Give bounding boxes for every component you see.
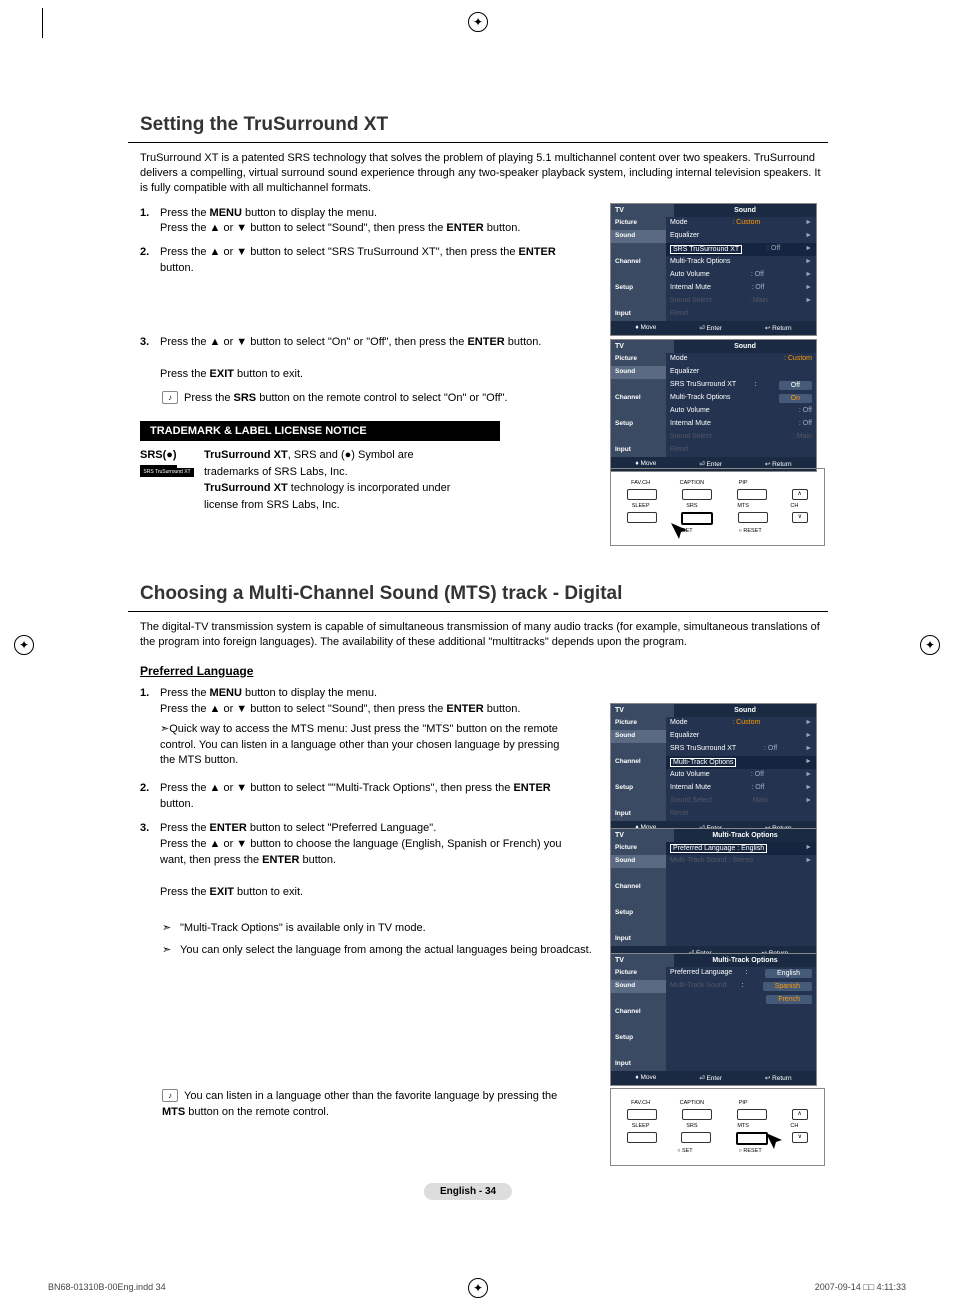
osd-option-spanish: Spanish <box>763 982 812 991</box>
footer-filename: BN68-01310B-00Eng.indd 34 <box>48 1282 166 1292</box>
osd-option-off: Off <box>779 381 812 390</box>
registration-mark <box>468 1278 488 1298</box>
section-title: Choosing a Multi-Channel Sound (MTS) tra… <box>140 583 828 605</box>
step-2: 2.Press the ▲ or ▼ button to select ""Mu… <box>140 781 580 813</box>
rule <box>128 142 828 143</box>
note-arrow-icon: ➣ <box>162 921 176 937</box>
step-3: 3.Press the ▲ or ▼ button to select "On"… <box>140 335 580 383</box>
registration-mark <box>14 635 34 655</box>
remote-note: ♪You can listen in a language other than… <box>162 1089 582 1121</box>
remote-icon: ♪ <box>162 391 178 404</box>
note: ➣"Multi-Track Options" is available only… <box>162 921 562 937</box>
osd-option-french: French <box>766 995 812 1004</box>
osd-side-input: Input <box>611 308 666 321</box>
remote-diagram: FAV.CHCAPTIONPIP ∧ SLEEPSRSMTSCH ∨ ○ SET… <box>610 1088 825 1166</box>
osd-side-setup: Setup <box>611 282 666 295</box>
rule <box>128 611 828 612</box>
remote-diagram: FAV.CHCAPTIONPIP ∧ SLEEPSRSMTSCH ∨ ○ SET… <box>610 468 825 546</box>
srs-symbol-icon: (●) <box>341 449 355 461</box>
osd-option-on: On <box>779 394 812 403</box>
remote-note: ♪Press the SRS button on the remote cont… <box>162 391 562 407</box>
osd-mto-language: TVMulti-Track Options PicturePreferred L… <box>610 953 817 1086</box>
osd-sound-menu-mto: TVSound PictureMode: Custom► SoundEquali… <box>610 703 817 836</box>
section-title: Setting the TruSurround XT <box>140 114 828 136</box>
osd-sound-menu-srs: TVSound PictureMode: Custom SoundEqualiz… <box>610 339 817 472</box>
step-2: 2.Press the ▲ or ▼ button to select "SRS… <box>140 245 580 277</box>
intro-text: TruSurround XT is a patented SRS technol… <box>140 151 828 196</box>
registration-mark <box>468 12 488 32</box>
step-3: 3.Press the ENTER button to select "Pref… <box>140 821 580 901</box>
remote-icon: ♪ <box>162 1089 178 1102</box>
step-1: 1.Press the MENU button to display the m… <box>140 686 580 774</box>
footer-timestamp: 2007-09-14 □□ 4:11:33 <box>815 1282 906 1292</box>
steps-list: 1.Press the MENU button to display the m… <box>140 686 580 901</box>
note-arrow-icon: ➣ <box>160 723 169 735</box>
osd-sound-menu: TVSound PictureMode: Custom► SoundEquali… <box>610 203 817 336</box>
osd-mto-menu: TVMulti-Track Options PicturePreferred L… <box>610 828 817 961</box>
trademark-header: TRADEMARK & LABEL LICENSE NOTICE <box>140 421 500 441</box>
steps-list: 1.Press the MENU button to display the m… <box>140 206 580 278</box>
intro-text: The digital-TV transmission system is ca… <box>140 620 828 650</box>
crop-mark <box>42 8 43 38</box>
note-arrow-icon: ➣ <box>162 943 176 959</box>
osd-side-channel: Channel <box>611 256 666 269</box>
registration-mark <box>920 635 940 655</box>
sub-heading: Preferred Language <box>140 664 828 678</box>
cursor-icon <box>764 1131 784 1151</box>
osd-option-english: English <box>765 969 812 978</box>
cursor-icon <box>669 521 689 541</box>
page-number: English - 34 <box>424 1183 512 1200</box>
osd-side-sound: Sound <box>611 230 666 243</box>
srs-logo: SRS(●) SRS TruSurround XT <box>140 447 194 513</box>
steps-list: 3.Press the ▲ or ▼ button to select "On"… <box>140 335 580 383</box>
osd-side-picture: Picture <box>611 217 666 230</box>
step-1: 1.Press the MENU button to display the m… <box>140 206 580 238</box>
